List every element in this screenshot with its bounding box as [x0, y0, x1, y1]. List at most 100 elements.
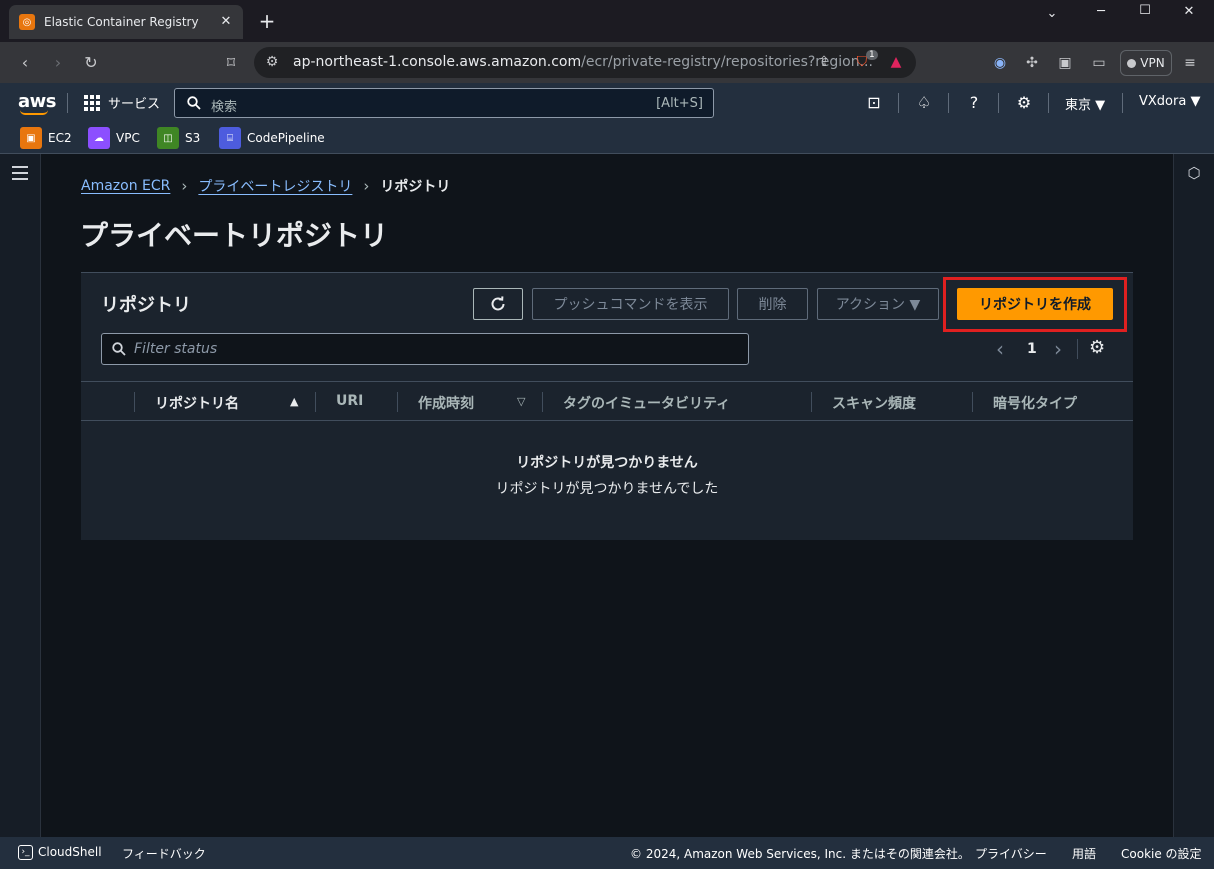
vpn-label: VPN: [1140, 56, 1165, 70]
browser-toolbar: ‹ › ↻ ⌑ ⚙ ap-northeast-1.console.aws.ama…: [0, 42, 1214, 83]
divider: [67, 93, 68, 113]
pagination-next-icon[interactable]: ›: [1054, 337, 1062, 361]
column-created-at[interactable]: 作成時刻: [418, 393, 474, 413]
search-shortcut: [Alt+S]: [656, 96, 703, 111]
brave-rewards-icon[interactable]: ▲: [886, 52, 906, 72]
vpc-icon: ☁: [88, 127, 110, 149]
search-icon: [187, 96, 201, 110]
services-grid-icon: [84, 94, 100, 111]
address-bar[interactable]: ⚙ ap-northeast-1.console.aws.amazon.com/…: [254, 47, 916, 78]
cloudshell-icon[interactable]: ›_: [18, 845, 33, 860]
region-selector[interactable]: 東京 ▼: [1065, 94, 1105, 113]
tab-title: Elastic Container Registry: [44, 15, 199, 29]
tab-search-icon[interactable]: ⌄: [1037, 6, 1067, 26]
favorite-vpc[interactable]: ☁ VPC: [88, 127, 140, 149]
s3-icon: ◫: [157, 127, 179, 149]
column-tag-immutability[interactable]: タグのイミュータビリティ: [563, 393, 730, 413]
divider: [972, 392, 973, 412]
breadcrumb-current: リポジトリ: [380, 179, 451, 195]
extension-icon[interactable]: ◉: [990, 53, 1010, 73]
pagination-page-number[interactable]: 1: [1027, 341, 1037, 357]
delete-button[interactable]: 削除: [737, 288, 808, 320]
close-window-icon[interactable]: ✕: [1174, 4, 1204, 24]
copyright-text: © 2024, Amazon Web Services, Inc. またはその関…: [630, 847, 970, 861]
favorite-codepipeline[interactable]: ⌸ CodePipeline: [219, 127, 325, 149]
favorite-ec2[interactable]: ▣ EC2: [20, 127, 72, 149]
filter-placeholder: Filter status: [134, 341, 218, 357]
search-placeholder: 検索: [211, 100, 238, 115]
notifications-icon[interactable]: ♤: [913, 92, 935, 114]
divider: [998, 93, 999, 113]
divider: [542, 392, 543, 412]
aws-logo-smile: [20, 110, 48, 115]
breadcrumb-amazon-ecr[interactable]: Amazon ECR: [81, 178, 170, 194]
maximize-icon[interactable]: ☐: [1130, 3, 1160, 23]
minimize-icon[interactable]: ─: [1086, 4, 1116, 24]
help-icon[interactable]: ?: [963, 92, 985, 114]
pagination-prev-icon[interactable]: ‹: [996, 337, 1004, 361]
actions-dropdown[interactable]: アクション ▼: [817, 288, 939, 320]
breadcrumb-separator-icon: ›: [363, 177, 370, 195]
vpn-button[interactable]: VPN: [1120, 50, 1172, 76]
sort-ascending-icon[interactable]: ▲: [290, 395, 298, 408]
table-preferences-icon[interactable]: ⚙: [1089, 337, 1105, 358]
wallet-icon[interactable]: ▭: [1089, 53, 1109, 73]
divider: [397, 392, 398, 412]
aws-top-nav: aws サービス 検索 [Alt+S] ⊡ ♤ ? ⚙ 東京 ▼ VXdora …: [0, 83, 1214, 123]
search-input[interactable]: 検索 [Alt+S]: [174, 88, 714, 118]
browser-tab[interactable]: ◎ Elastic Container Registry ✕: [9, 5, 243, 39]
aws-logo[interactable]: aws: [18, 91, 57, 112]
help-panel-rail: ⬡: [1173, 154, 1214, 837]
terms-link[interactable]: 用語: [1072, 845, 1096, 862]
favorite-label: VPC: [116, 131, 140, 145]
reload-icon[interactable]: ↻: [80, 52, 102, 74]
column-uri[interactable]: URI: [336, 393, 363, 409]
column-encryption-type[interactable]: 暗号化タイプ: [993, 393, 1077, 413]
codepipeline-icon: ⌸: [219, 127, 241, 149]
browser-menu-icon[interactable]: ≡: [1180, 53, 1200, 73]
sidebar-toggle-icon[interactable]: ▣: [1055, 53, 1075, 73]
cloudshell-icon[interactable]: ⊡: [863, 92, 885, 114]
settings-icon[interactable]: ⚙: [1013, 92, 1035, 114]
feedback-link[interactable]: フィードバック: [122, 845, 206, 862]
browser-titlebar: ◎ Elastic Container Registry ✕ + ⌄ ─ ☐ ✕: [0, 0, 1214, 42]
forward-icon[interactable]: ›: [47, 52, 69, 74]
share-icon[interactable]: ⇪: [814, 52, 834, 72]
back-icon[interactable]: ‹: [14, 52, 36, 74]
favorite-s3[interactable]: ◫ S3: [157, 127, 200, 149]
cookie-settings-link[interactable]: Cookie の設定: [1121, 845, 1202, 862]
bookmark-icon[interactable]: ⌑: [220, 52, 242, 74]
breadcrumb-private-registry[interactable]: プライベートレジストリ: [198, 176, 352, 196]
highlight-box: [943, 277, 1127, 332]
new-tab-button[interactable]: +: [256, 10, 278, 32]
divider: [1048, 93, 1049, 113]
page-title: プライベートリポジトリ: [80, 219, 389, 252]
divider: [948, 93, 949, 113]
refresh-button[interactable]: [473, 288, 523, 320]
view-push-commands-button[interactable]: プッシュコマンドを表示: [532, 288, 729, 320]
tab-close-icon[interactable]: ✕: [217, 13, 235, 31]
privacy-link[interactable]: プライバシー: [975, 845, 1047, 862]
favorite-label: S3: [185, 131, 201, 145]
services-label: サービス: [108, 97, 161, 112]
favorites-bar: ▣ EC2 ☁ VPC ◫ S3 ⌸ CodePipeline: [0, 123, 1214, 154]
column-scan-frequency[interactable]: スキャン頻度: [832, 393, 916, 413]
empty-state-title: リポジトリが見つかりません: [516, 455, 698, 471]
favorite-label: EC2: [48, 131, 72, 145]
services-menu-button[interactable]: サービス: [84, 93, 160, 112]
site-info-icon[interactable]: ⚙: [262, 52, 282, 72]
panel-title: リポジトリ: [101, 295, 191, 316]
account-menu[interactable]: VXdora ▼: [1139, 94, 1200, 109]
browser-window: ◎ Elastic Container Registry ✕ + ⌄ ─ ☐ ✕…: [0, 0, 1214, 869]
column-repository-name[interactable]: リポジトリ名: [155, 393, 239, 413]
divider: [1122, 93, 1123, 113]
ecr-favicon-icon: ◎: [19, 14, 35, 30]
filter-input[interactable]: Filter status: [101, 333, 749, 365]
cloudshell-link[interactable]: CloudShell: [38, 845, 102, 859]
hamburger-menu-icon[interactable]: [12, 166, 28, 180]
ec2-icon: ▣: [20, 127, 42, 149]
divider: [1077, 339, 1078, 359]
info-panel-icon[interactable]: ⬡: [1185, 164, 1203, 182]
sort-descending-icon[interactable]: ▽: [517, 395, 525, 408]
extensions-puzzle-icon[interactable]: ✣: [1022, 53, 1042, 73]
